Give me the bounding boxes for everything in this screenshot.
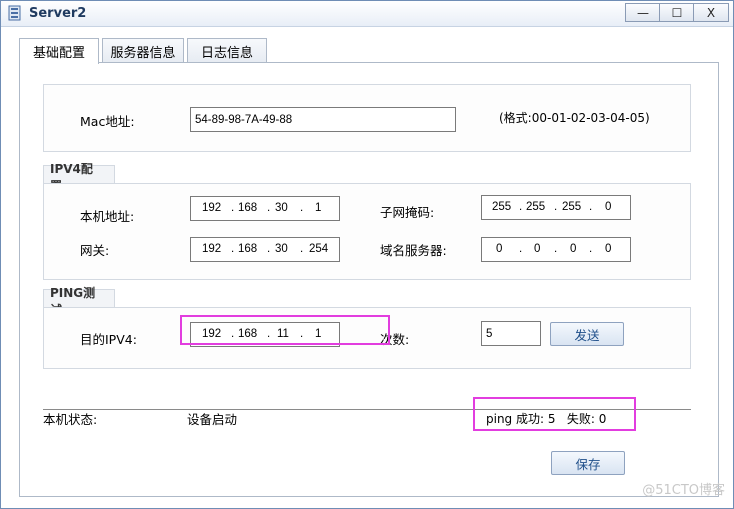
tab-log-info[interactable]: 日志信息 <box>187 38 267 63</box>
maximize-icon: ☐ <box>671 5 683 20</box>
minimize-button[interactable]: — <box>625 3 661 22</box>
tab-basic-config[interactable]: 基础配置 <box>19 38 99 64</box>
count-input[interactable]: 5 <box>481 321 541 346</box>
server-app-icon <box>8 5 21 21</box>
tab-server-info[interactable]: 服务器信息 <box>102 38 184 63</box>
local-ip-octet-3: 30 <box>275 202 288 214</box>
close-button[interactable]: X <box>693 3 729 22</box>
local-ip-input[interactable]: 192 . 168 . 30 . 1 <box>190 196 340 221</box>
mac-format-hint: (格式:00-01-02-03-04-05) <box>499 111 650 125</box>
gateway-input[interactable]: 192 . 168 . 30 . 254 <box>190 237 340 262</box>
mac-input[interactable]: 54-89-98-7A-49-88 <box>190 107 456 132</box>
dns-octet-2: 0 <box>534 243 541 255</box>
window-title: Server2 <box>29 6 87 21</box>
subnet-octet-4: 0 <box>605 201 612 213</box>
subnet-octet-1: 255 <box>492 201 512 213</box>
gateway-label: 网关: <box>80 243 110 258</box>
gateway-octet-3: 30 <box>275 243 288 255</box>
dest-ip-highlight <box>180 315 390 345</box>
subnet-octet-3: 255 <box>562 201 582 213</box>
dns-label: 域名服务器: <box>380 243 447 258</box>
subnet-input[interactable]: 255 . 255 . 255 . 0 <box>481 195 631 220</box>
save-button[interactable]: 保存 <box>551 451 625 475</box>
gateway-octet-2: 168 <box>238 243 258 255</box>
local-ip-label: 本机地址: <box>80 209 135 224</box>
subnet-label: 子网掩码: <box>380 205 435 220</box>
dns-octet-3: 0 <box>570 243 577 255</box>
ipv4-group: 本机地址: 192 . 168 . 30 . 1 子网掩码: 255 . 255… <box>43 183 691 280</box>
tab-content-basic-config: Mac地址: 54-89-98-7A-49-88 (格式:00-01-02-03… <box>19 62 719 497</box>
dns-input[interactable]: 0 . 0 . 0 . 0 <box>481 237 631 262</box>
dest-ip-label: 目的IPV4: <box>80 332 137 347</box>
close-icon: X <box>706 5 716 20</box>
maximize-button[interactable]: ☐ <box>659 3 695 22</box>
gateway-octet-4: 254 <box>309 243 329 255</box>
mac-group: Mac地址: 54-89-98-7A-49-88 (格式:00-01-02-03… <box>43 84 691 152</box>
send-button[interactable]: 发送 <box>550 322 624 346</box>
local-ip-octet-1: 192 <box>202 202 222 214</box>
watermark: @51CTO博客 <box>642 483 725 498</box>
dns-octet-4: 0 <box>605 243 612 255</box>
ping-result-highlight <box>473 397 636 431</box>
gateway-octet-1: 192 <box>202 243 222 255</box>
local-ip-octet-4: 1 <box>315 202 322 214</box>
mac-label: Mac地址: <box>80 114 135 129</box>
title-bar[interactable]: Server2 — ☐ X <box>1 1 733 27</box>
dns-octet-1: 0 <box>496 243 503 255</box>
status-value: 设备启动 <box>187 412 238 427</box>
status-label: 本机状态: <box>43 412 98 427</box>
server2-window: Server2 — ☐ X 基础配置 服务器信息 日志信息 Mac地址: 54-… <box>0 0 734 509</box>
local-ip-octet-2: 168 <box>238 202 258 214</box>
subnet-octet-2: 255 <box>526 201 546 213</box>
minimize-icon: — <box>637 5 649 20</box>
